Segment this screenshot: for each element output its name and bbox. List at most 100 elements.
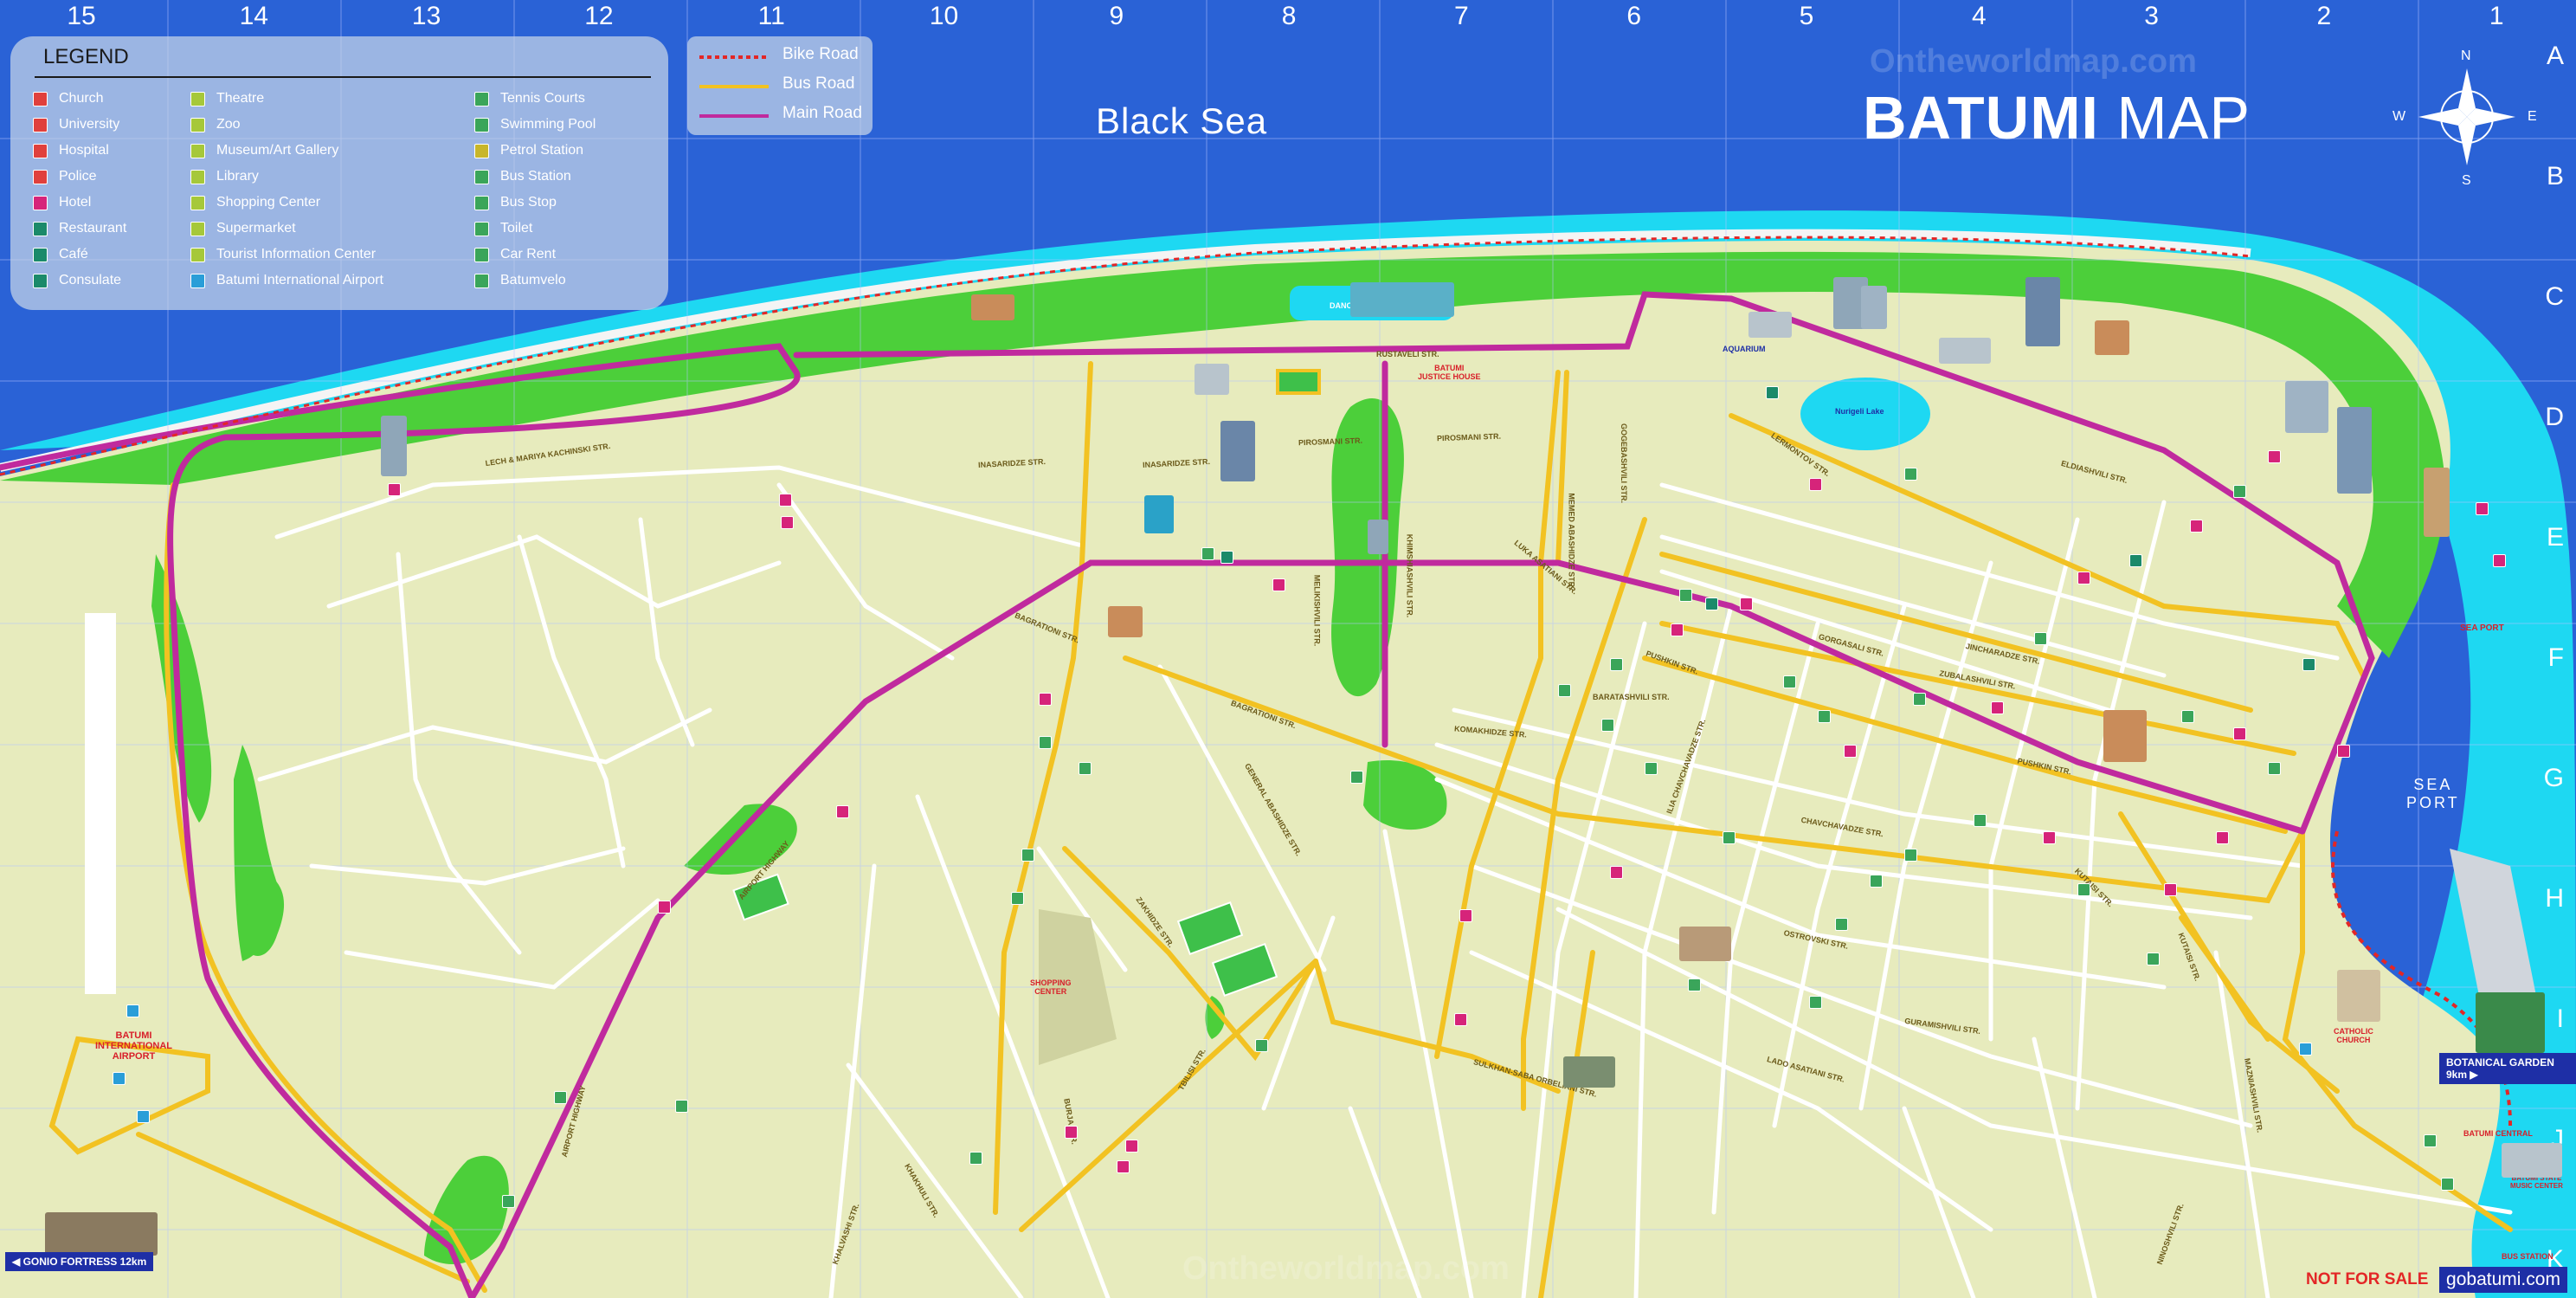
poi-marker-icon[interactable] <box>2302 658 2315 671</box>
catholic-church-label: CATHOLIC CHURCH <box>2334 1027 2373 1044</box>
shopping-center-label: SHOPPING CENTER <box>1030 978 1072 996</box>
poi-marker-icon[interactable] <box>1723 831 1736 844</box>
poi-marker-icon[interactable] <box>658 901 671 914</box>
poi-marker-icon[interactable] <box>2268 762 2281 775</box>
landmark-building <box>381 416 407 476</box>
grid-column-13: 13 <box>411 2 441 30</box>
poi-marker-icon[interactable] <box>1809 996 1822 1009</box>
poi-marker-icon[interactable] <box>1818 710 1831 723</box>
poi-marker-icon[interactable] <box>1705 597 1718 610</box>
poi-marker-icon[interactable] <box>1350 771 1363 784</box>
poi-marker-icon[interactable] <box>1079 762 1092 775</box>
poi-marker-icon[interactable] <box>1844 745 1857 758</box>
poi-marker-icon[interactable] <box>1125 1140 1138 1153</box>
poi-marker-icon[interactable] <box>675 1100 688 1113</box>
poi-marker-icon[interactable] <box>1679 589 1692 602</box>
poi-marker-icon[interactable] <box>126 1004 139 1017</box>
poi-marker-icon[interactable] <box>1454 1013 1467 1026</box>
landmark-building <box>45 1212 158 1256</box>
poi-marker-icon[interactable] <box>2441 1178 2454 1191</box>
poi-marker-icon[interactable] <box>1835 918 1848 931</box>
poi-marker-icon[interactable] <box>1011 892 1024 905</box>
grid-row-D: D <box>2545 403 2564 431</box>
poi-marker-icon[interactable] <box>2476 502 2489 515</box>
legend-icon <box>474 274 489 288</box>
poi-marker-icon[interactable] <box>2043 831 2056 844</box>
poi-marker-icon[interactable] <box>1904 468 1917 481</box>
poi-marker-icon[interactable] <box>1671 623 1684 636</box>
poi-marker-icon[interactable] <box>1809 478 1822 491</box>
poi-marker-icon[interactable] <box>137 1110 150 1123</box>
grid-column-5: 5 <box>1799 2 1814 30</box>
poi-marker-icon[interactable] <box>1610 658 1623 671</box>
poi-marker-icon[interactable] <box>2233 485 2246 498</box>
poi-marker-icon[interactable] <box>2216 831 2229 844</box>
nurigeli-lake-label: Nurigeli Lake <box>1835 407 1884 416</box>
poi-marker-icon[interactable] <box>779 494 792 507</box>
poi-marker-icon[interactable] <box>2077 883 2090 896</box>
poi-marker-icon[interactable] <box>1272 578 1285 591</box>
poi-marker-icon[interactable] <box>1913 693 1926 706</box>
poi-marker-icon[interactable] <box>1220 551 1233 564</box>
poi-marker-icon[interactable] <box>781 516 794 529</box>
poi-marker-icon[interactable] <box>2129 554 2142 567</box>
poi-marker-icon[interactable] <box>2299 1043 2312 1056</box>
poi-marker-icon[interactable] <box>2268 450 2281 463</box>
poi-marker-icon[interactable] <box>1991 701 2004 714</box>
landmark-building <box>1679 927 1731 961</box>
poi-marker-icon[interactable] <box>2181 710 2194 723</box>
poi-marker-icon[interactable] <box>2164 883 2177 896</box>
poi-marker-icon[interactable] <box>554 1091 567 1104</box>
legend-item-label: Hotel <box>59 195 92 210</box>
poi-marker-icon[interactable] <box>1740 597 1753 610</box>
poi-marker-icon[interactable] <box>1974 814 1987 827</box>
grid-column-12: 12 <box>584 2 614 30</box>
poi-marker-icon[interactable] <box>113 1072 126 1085</box>
poi-marker-icon[interactable] <box>1021 849 1034 862</box>
gonio-fortress-badge[interactable]: ◀ GONIO FORTRESS 12km <box>5 1252 154 1271</box>
poi-marker-icon[interactable] <box>2147 953 2160 965</box>
poi-marker-icon[interactable] <box>2233 727 2246 740</box>
poi-marker-icon[interactable] <box>2034 632 2047 645</box>
grid-row-B: B <box>2546 162 2564 191</box>
landmark-building <box>1939 338 1991 364</box>
poi-marker-icon[interactable] <box>1783 675 1796 688</box>
legend-icon <box>474 196 489 210</box>
poi-marker-icon[interactable] <box>1610 866 1623 879</box>
poi-marker-icon[interactable] <box>1255 1039 1268 1052</box>
legend-icon <box>474 248 489 262</box>
poi-marker-icon[interactable] <box>1039 693 1052 706</box>
poi-marker-icon[interactable] <box>2190 520 2203 533</box>
legend-icon <box>33 144 48 158</box>
poi-marker-icon[interactable] <box>1459 909 1472 922</box>
poi-marker-icon[interactable] <box>502 1195 515 1208</box>
bike-road-label: Bike Road <box>782 45 859 63</box>
poi-marker-icon[interactable] <box>836 805 849 818</box>
poi-marker-icon[interactable] <box>1601 719 1614 732</box>
poi-marker-icon[interactable] <box>1039 736 1052 749</box>
poi-marker-icon[interactable] <box>2493 554 2506 567</box>
poi-marker-icon[interactable] <box>1201 547 1214 560</box>
poi-marker-icon[interactable] <box>1645 762 1658 775</box>
poi-marker-icon[interactable] <box>1558 684 1571 697</box>
poi-marker-icon[interactable] <box>2077 572 2090 584</box>
poi-marker-icon[interactable] <box>1117 1160 1130 1173</box>
landmark-building <box>2337 407 2372 494</box>
poi-marker-icon[interactable] <box>969 1152 982 1165</box>
grid-row-I: I <box>2556 1004 2564 1033</box>
compass-w: W <box>2392 109 2406 124</box>
botanical-garden-badge[interactable]: BOTANICAL GARDEN 9km ▶ <box>2439 1053 2576 1084</box>
poi-marker-icon[interactable] <box>1766 386 1779 399</box>
legend-item-label: Theatre <box>216 91 265 106</box>
sea-port-small-label: SEA PORT <box>2460 623 2504 633</box>
poi-marker-icon[interactable] <box>1065 1126 1078 1139</box>
street-label: MELIKISHVILI STR. <box>1312 574 1322 647</box>
poi-marker-icon[interactable] <box>1870 875 1883 888</box>
poi-marker-icon[interactable] <box>2337 745 2350 758</box>
poi-marker-icon[interactable] <box>1904 849 1917 862</box>
legend-item-label: Museum/Art Gallery <box>216 143 339 158</box>
poi-marker-icon[interactable] <box>388 483 401 496</box>
site-link[interactable]: gobatumi.com <box>2439 1267 2567 1293</box>
poi-marker-icon[interactable] <box>1688 978 1701 991</box>
poi-marker-icon[interactable] <box>2424 1134 2437 1147</box>
